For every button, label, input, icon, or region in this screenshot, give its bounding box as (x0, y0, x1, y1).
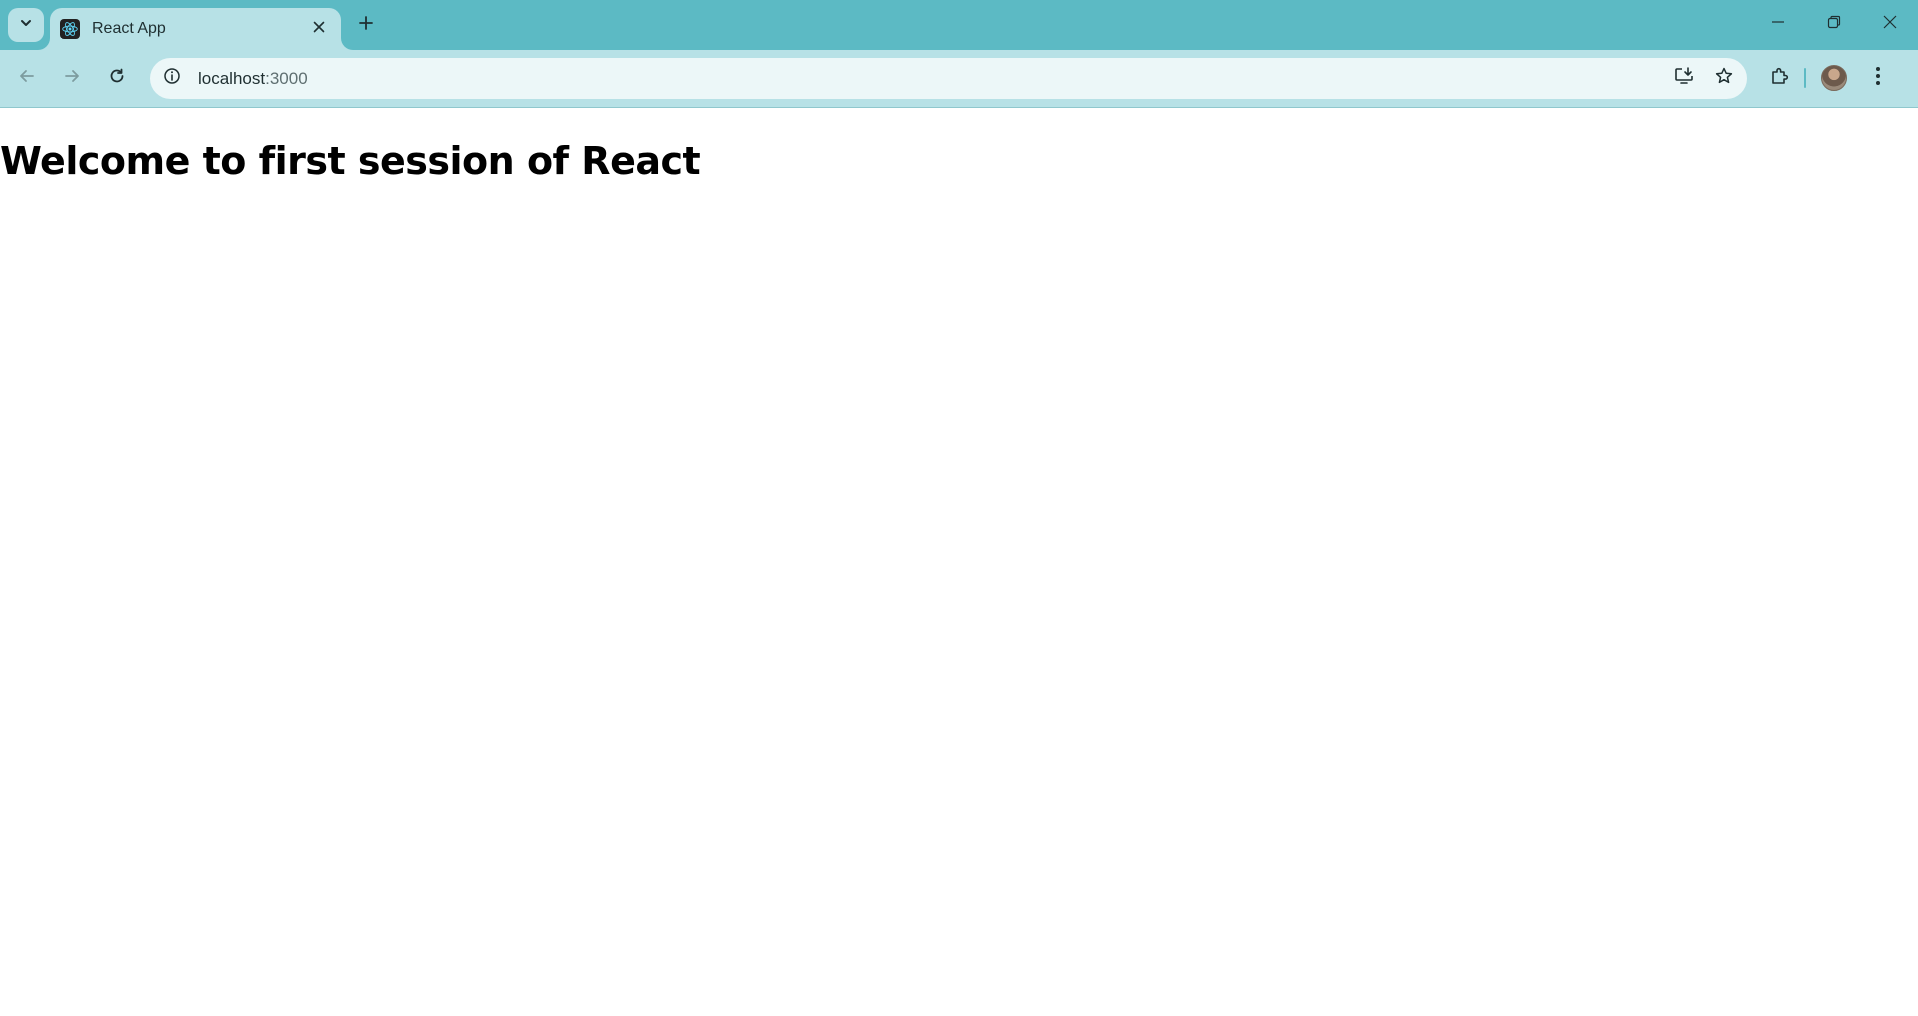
minimize-icon (1771, 15, 1785, 34)
browser-menu-button[interactable] (1860, 60, 1896, 96)
new-tab-button[interactable] (350, 9, 382, 41)
minimize-button[interactable] (1750, 0, 1806, 48)
tab-title: React App (92, 20, 166, 37)
profile-button[interactable] (1816, 60, 1852, 96)
tab-strip: React App (0, 0, 1918, 50)
page-heading: Welcome to first session of React (0, 139, 701, 183)
more-vertical-icon (1875, 66, 1881, 91)
close-icon (313, 20, 325, 38)
info-icon (163, 67, 181, 90)
restore-button[interactable] (1806, 0, 1862, 48)
reload-button[interactable] (99, 60, 135, 96)
site-info-button[interactable] (156, 63, 188, 95)
chevron-down-icon (19, 16, 33, 35)
url-port: :3000 (265, 68, 308, 88)
forward-button[interactable] (54, 60, 90, 96)
back-button[interactable] (9, 60, 45, 96)
restore-icon (1827, 15, 1841, 34)
close-icon (1883, 15, 1897, 34)
reload-icon (108, 67, 126, 90)
extensions-button[interactable] (1762, 60, 1798, 96)
page-viewport: Welcome to first session of React (0, 109, 1918, 1016)
toolbar-actions (1762, 60, 1896, 96)
plus-icon (358, 15, 374, 36)
install-app-button[interactable] (1667, 62, 1701, 96)
install-app-icon (1674, 66, 1694, 91)
tab-search-button[interactable] (8, 8, 44, 42)
react-logo-icon (60, 19, 80, 39)
tab-close-button[interactable] (305, 15, 333, 43)
arrow-right-icon (63, 67, 81, 90)
url-host: localhost (198, 68, 266, 88)
arrow-left-icon (18, 67, 36, 90)
avatar (1821, 65, 1847, 91)
bookmark-button[interactable] (1707, 62, 1741, 96)
puzzle-icon (1770, 66, 1790, 91)
url-text[interactable]: localhost:3000 (198, 69, 1667, 89)
browser-toolbar: localhost:3000 (0, 50, 1918, 108)
window-controls (1750, 0, 1918, 50)
star-icon (1714, 66, 1734, 91)
toolbar-divider (1804, 68, 1806, 88)
tab-react-app[interactable]: React App (50, 8, 341, 50)
close-window-button[interactable] (1862, 0, 1918, 48)
address-bar[interactable]: localhost:3000 (150, 58, 1747, 99)
